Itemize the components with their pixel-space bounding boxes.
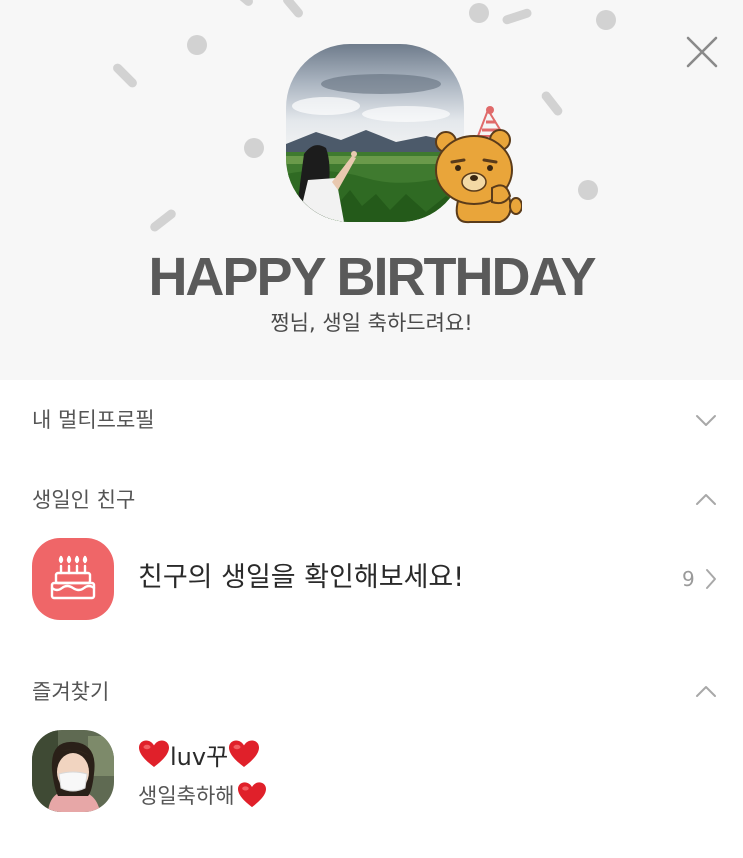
confetti-dot xyxy=(578,180,598,200)
confetti-dot xyxy=(244,138,264,158)
favorite-friend-item[interactable]: luv꾸 생일축하해 xyxy=(0,726,743,816)
confetti-dot xyxy=(596,10,616,30)
chevron-up-icon xyxy=(696,686,716,697)
cake-icon xyxy=(50,555,96,600)
close-button[interactable] xyxy=(680,30,724,74)
avatar[interactable] xyxy=(32,730,114,812)
favorite-status-text: 생일축하해 xyxy=(138,784,235,808)
birthday-count: 9 xyxy=(682,567,695,591)
favorite-name: luv꾸 xyxy=(138,734,260,774)
cake-tile xyxy=(32,538,114,620)
section-header-favorites[interactable]: 즐겨찾기 xyxy=(0,662,743,722)
red-heart-icon xyxy=(229,740,260,767)
section-label: 즐겨찾기 xyxy=(32,680,110,704)
favorite-status-message: 생일축하해 xyxy=(138,778,267,812)
avatar-photo xyxy=(32,730,114,812)
section-header-birthday-friends[interactable]: 생일인 친구 xyxy=(0,470,743,530)
close-icon xyxy=(686,36,718,68)
confetti-dash xyxy=(281,0,305,20)
confetti-dash xyxy=(148,207,178,234)
hero-title: HAPPY BIRTHDAY xyxy=(148,247,596,307)
section-label: 내 멀티프로필 xyxy=(32,408,155,432)
favorite-name-text: luv꾸 xyxy=(170,742,229,771)
confetti-dash xyxy=(501,7,533,26)
red-heart-icon xyxy=(237,782,266,808)
section-header-multiprofile[interactable]: 내 멀티프로필 xyxy=(0,390,743,450)
confetti-dot xyxy=(187,35,207,55)
confetti-dash xyxy=(539,89,565,118)
hero-subtitle: 쩡님, 생일 축하드려요! xyxy=(270,311,473,335)
birthday-hero-banner: HAPPY BIRTHDAY 쩡님, 생일 축하드려요! xyxy=(0,0,743,380)
chevron-up-icon xyxy=(696,494,716,505)
birthday-prompt-text: 친구의 생일을 확인해보세요! xyxy=(138,562,465,593)
chevron-down-icon xyxy=(696,415,716,426)
birthday-friends-item[interactable]: 친구의 생일을 확인해보세요! 9 xyxy=(0,532,743,626)
party-bear-character-icon xyxy=(435,106,522,224)
section-label: 생일인 친구 xyxy=(32,488,136,512)
chevron-right-icon xyxy=(706,569,716,589)
red-heart-icon xyxy=(139,740,169,767)
confetti-dot xyxy=(469,3,489,23)
confetti-dash xyxy=(111,61,139,90)
confetti-dash xyxy=(235,0,255,8)
